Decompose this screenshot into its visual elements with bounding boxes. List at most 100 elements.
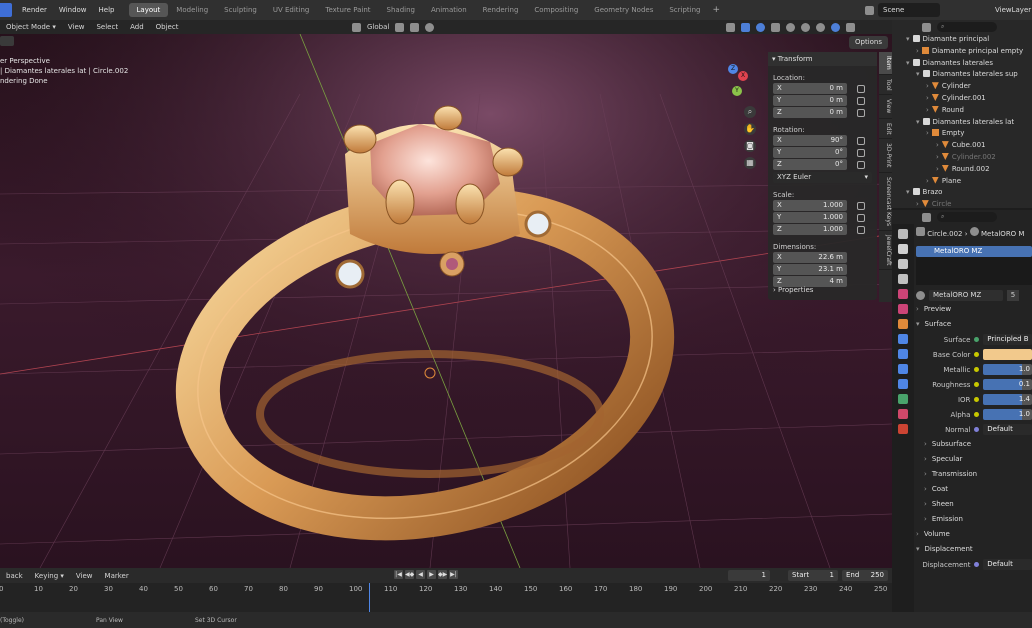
shader-subsection[interactable]: › Coat — [916, 482, 1032, 497]
shading-options-icon[interactable] — [846, 22, 855, 32]
outliner-row[interactable]: › Round.002 — [892, 164, 1032, 176]
dimension-x-field[interactable]: X 22.6 m — [773, 252, 847, 263]
properties-search[interactable]: ⌕ — [937, 212, 997, 222]
next-keyframe-icon[interactable]: ◆▶ — [438, 570, 447, 579]
world-tab-icon[interactable] — [898, 304, 908, 314]
tab-geometry-nodes[interactable]: Geometry Nodes — [586, 3, 661, 17]
expand-toggle-icon[interactable]: ▾ — [906, 35, 910, 43]
lock-icon[interactable] — [857, 225, 865, 234]
physics-tab-icon[interactable] — [898, 364, 908, 374]
material-users-count[interactable]: 5 — [1007, 290, 1019, 301]
tab-edit[interactable]: Edit — [879, 119, 892, 140]
toolbar-toggle[interactable] — [0, 36, 14, 46]
socket-icon[interactable] — [974, 397, 980, 402]
snap-icon[interactable] — [410, 22, 420, 32]
tab-item[interactable]: Item — [879, 52, 892, 75]
expand-toggle-icon[interactable]: ▾ — [906, 188, 910, 196]
play-icon[interactable]: ▶ — [427, 570, 436, 579]
prev-keyframe-icon[interactable]: ◀◆ — [405, 570, 414, 579]
menu-view[interactable]: View — [62, 23, 91, 31]
gizmo-z-axis[interactable]: Z — [728, 64, 738, 74]
particles-tab-icon[interactable] — [898, 349, 908, 359]
menu-marker[interactable]: Marker — [99, 572, 135, 580]
outliner-row[interactable]: › Cylinder.001 — [892, 93, 1032, 105]
rotation-x-field[interactable]: X 90° — [773, 135, 847, 146]
socket-icon[interactable] — [974, 352, 980, 357]
pan-hand-icon[interactable]: ✋ — [744, 123, 756, 135]
pivot-icon[interactable] — [395, 22, 405, 32]
outliner-row[interactable]: › Plane — [892, 176, 1032, 188]
socket-icon[interactable] — [974, 367, 980, 372]
tab-compositing[interactable]: Compositing — [526, 3, 586, 17]
gizmo-x-axis[interactable]: X — [738, 71, 748, 81]
scene-selector[interactable]: Scene — [865, 3, 940, 17]
orientation-dropdown[interactable]: Global — [367, 23, 389, 31]
expand-toggle-icon[interactable]: › — [926, 106, 929, 114]
lock-icon[interactable] — [857, 148, 865, 157]
outliner-row[interactable]: › Cylinder — [892, 81, 1032, 93]
menu-view[interactable]: View — [70, 572, 99, 580]
scene-tab-icon[interactable] — [898, 289, 908, 299]
scale-x-field[interactable]: X 1.000 — [773, 200, 847, 211]
add-workspace-button[interactable]: + — [708, 5, 724, 15]
displacement-section[interactable]: ▾ Displacement — [916, 542, 1032, 557]
outliner-row[interactable]: › Round — [892, 105, 1032, 117]
rotation-z-field[interactable]: Z 0° — [773, 159, 847, 170]
tab-uv-editing[interactable]: UV Editing — [265, 3, 318, 17]
shader-input-field[interactable]: 1.0 — [983, 409, 1032, 420]
outliner-row[interactable]: ▾ Diamante principal — [892, 34, 1032, 46]
lock-icon[interactable] — [857, 213, 865, 222]
data-tab-icon[interactable] — [898, 394, 908, 404]
timeline-area[interactable]: 0 10 20 30 40 50 60 70 80 90 100 110 120 130 140 150 160… — [0, 583, 892, 612]
tab-sculpting[interactable]: Sculpting — [216, 3, 265, 17]
xray-icon[interactable] — [771, 22, 780, 32]
menu-render[interactable]: Render — [16, 6, 53, 14]
expand-toggle-icon[interactable]: › — [916, 200, 919, 208]
play-reverse-icon[interactable]: ◀ — [416, 570, 425, 579]
tab-rendering[interactable]: Rendering — [475, 3, 527, 17]
menu-playback[interactable]: back — [0, 572, 29, 580]
playhead[interactable] — [369, 583, 370, 612]
blender-logo-icon[interactable] — [0, 3, 12, 17]
expand-toggle-icon[interactable]: › — [916, 47, 919, 55]
zoom-icon[interactable]: ⌕ — [744, 106, 756, 118]
gizmo-y-axis[interactable]: Y — [732, 86, 742, 96]
lock-icon[interactable] — [857, 136, 865, 145]
tab-scripting[interactable]: Scripting — [661, 3, 708, 17]
object-tab-icon[interactable] — [898, 319, 908, 329]
tab-screencast-keys[interactable]: Screencast Keys — [879, 173, 892, 231]
rotation-y-field[interactable]: Y 0° — [773, 147, 847, 158]
shader-subsection[interactable]: › Sheen — [916, 497, 1032, 512]
tab-3d-print[interactable]: 3D-Print — [879, 139, 892, 173]
output-tab-icon[interactable] — [898, 259, 908, 269]
shader-subsection[interactable]: › Transmission — [916, 467, 1032, 482]
outliner-row[interactable]: ▾ Diamantes laterales lat — [892, 117, 1032, 129]
tab-modeling[interactable]: Modeling — [168, 3, 216, 17]
proportional-edit-icon[interactable] — [425, 22, 435, 32]
gizmo-toggle-icon[interactable] — [741, 22, 750, 32]
overlay-toggle-icon[interactable] — [756, 22, 765, 32]
mode-dropdown[interactable]: Object Mode ▾ — [0, 23, 62, 31]
expand-toggle-icon[interactable]: ▾ — [916, 70, 920, 78]
menu-help[interactable]: Help — [93, 6, 121, 14]
outliner-row[interactable]: ▾ Brazo — [892, 187, 1032, 199]
3d-viewport[interactable]: er Perspective | Diamantes laterales lat… — [0, 34, 892, 568]
constraints-tab-icon[interactable] — [898, 379, 908, 389]
wireframe-shading-icon[interactable] — [786, 22, 795, 32]
menu-select[interactable]: Select — [90, 23, 124, 31]
lock-icon[interactable] — [857, 84, 865, 93]
lock-icon[interactable] — [857, 201, 865, 210]
displacement-field[interactable]: Default — [983, 559, 1032, 570]
end-frame-field[interactable]: End 250 — [842, 570, 888, 581]
expand-toggle-icon[interactable]: ▾ — [916, 118, 920, 126]
expand-toggle-icon[interactable]: › — [926, 94, 929, 102]
location-y-field[interactable]: Y 0 m — [773, 95, 847, 106]
transform-header[interactable]: ▾ Transform — [768, 52, 877, 66]
tab-view[interactable]: View — [879, 95, 892, 119]
expand-toggle-icon[interactable]: › — [926, 129, 929, 137]
editor-type-icon[interactable] — [922, 212, 931, 222]
shader-subsection[interactable]: › Subsurface — [916, 437, 1032, 452]
shader-subsection[interactable]: › Specular — [916, 452, 1032, 467]
material-shading-icon[interactable] — [816, 22, 825, 32]
filter-icon[interactable] — [922, 22, 931, 32]
